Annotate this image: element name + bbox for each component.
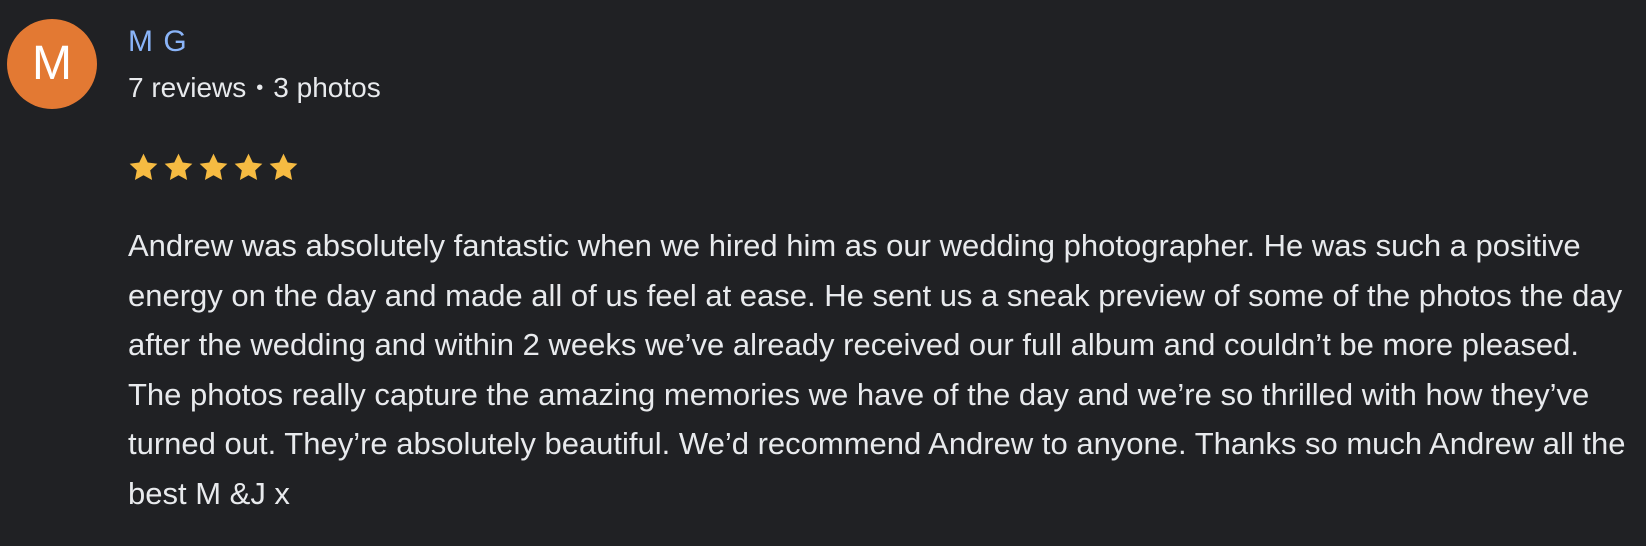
review-text: Andrew was absolutely fantastic when we …: [128, 228, 1626, 511]
review-count: 7 reviews: [128, 72, 247, 103]
star-icon: [199, 153, 228, 181]
meta-separator: •: [256, 77, 264, 99]
star-icon: [129, 153, 158, 181]
photo-count: 3 photos: [273, 72, 381, 103]
review-card: M M G 7 reviews • 3 photos Andrew was ab…: [0, 0, 1646, 546]
avatar-initial: M: [32, 37, 72, 90]
author-meta[interactable]: 7 reviews • 3 photos: [128, 70, 381, 106]
avatar[interactable]: M: [7, 19, 97, 109]
star-icon: [164, 153, 193, 181]
star-icon: [234, 153, 263, 181]
star-icon: [269, 153, 298, 181]
star-rating: [126, 150, 301, 185]
author-name-link[interactable]: M G: [128, 24, 188, 60]
